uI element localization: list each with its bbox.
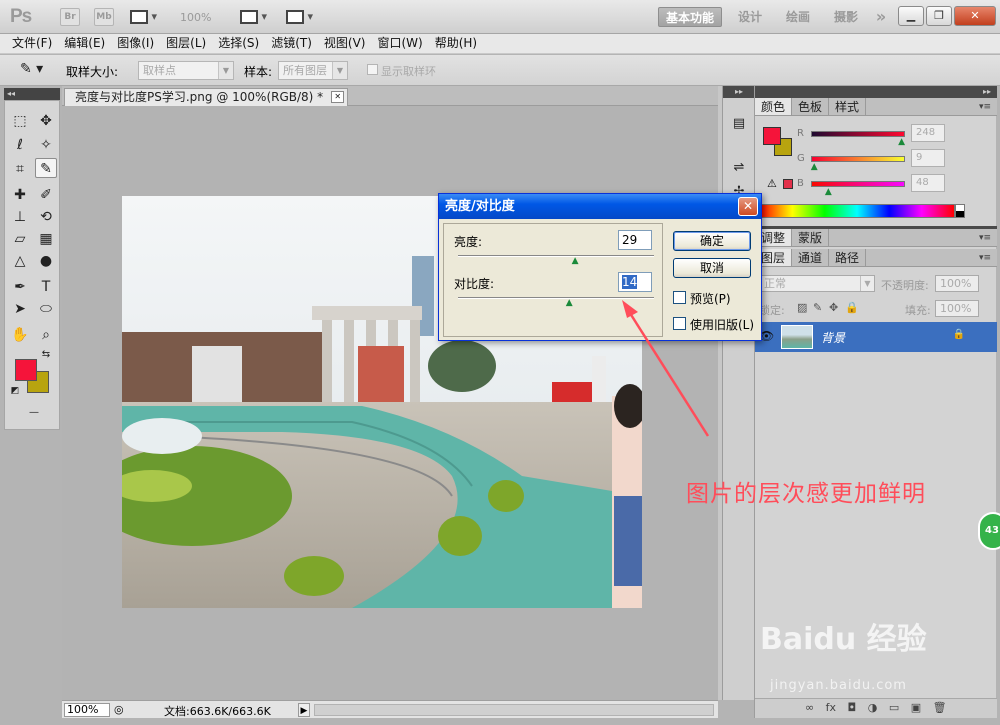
annotation-arrowhead-icon (622, 300, 638, 318)
baidu-watermark-url: jingyan.baidu.com (770, 678, 907, 693)
foreground-color-swatch[interactable] (15, 359, 37, 381)
annotation-text: 图片的层次感更加鲜明 (686, 481, 926, 507)
annotation-arrow-line (626, 309, 710, 437)
floating-badge[interactable]: 43 (978, 512, 1000, 550)
color-foreground-swatch[interactable] (763, 127, 781, 145)
baidu-watermark: Baidu 经验 (760, 622, 927, 657)
